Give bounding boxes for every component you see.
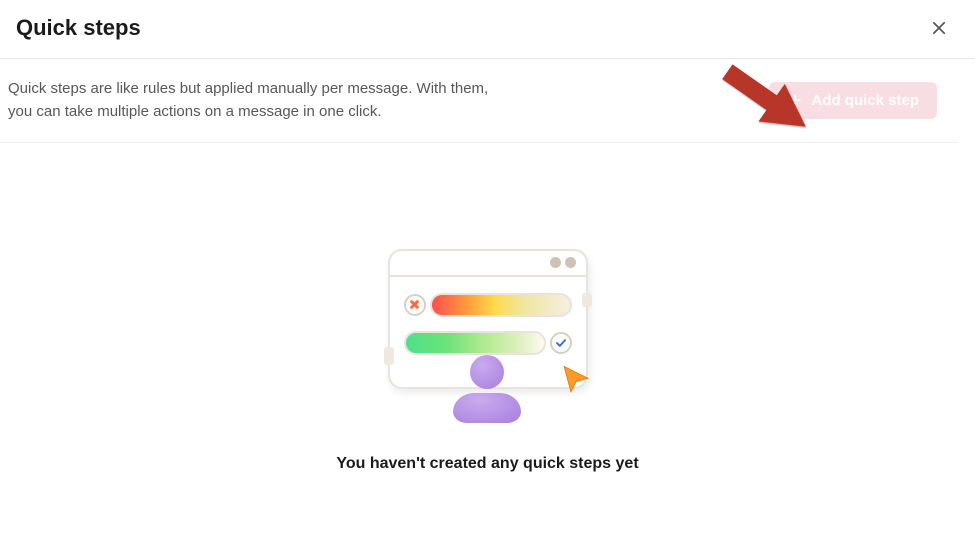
close-button[interactable] (923, 12, 955, 44)
plus-icon (787, 92, 803, 108)
illustration-slider-row (404, 331, 572, 355)
empty-state: You haven't created any quick steps yet (0, 243, 975, 473)
add-quick-step-button[interactable]: Add quick step (769, 82, 937, 119)
notch-icon (384, 347, 394, 365)
dialog-header: Quick steps (0, 0, 975, 59)
gradient-bar-icon (430, 293, 572, 317)
illustration-slider-row (404, 293, 572, 317)
window-dot-icon (565, 257, 576, 268)
description-line-1: Quick steps are like rules but applied m… (8, 77, 488, 100)
close-icon (930, 19, 948, 37)
description-row: Quick steps are like rules but applied m… (0, 59, 957, 143)
page-title: Quick steps (16, 15, 141, 41)
check-badge-icon (550, 332, 572, 354)
cursor-icon (559, 363, 593, 402)
empty-illustration (383, 243, 593, 433)
add-button-label: Add quick step (811, 92, 919, 109)
notch-icon (582, 293, 592, 307)
illustration-window-header (390, 251, 586, 277)
description-text: Quick steps are like rules but applied m… (8, 77, 488, 124)
empty-state-message: You haven't created any quick steps yet (336, 455, 638, 473)
description-line-2: you can take multiple actions on a messa… (8, 100, 488, 123)
x-badge-icon (404, 294, 426, 316)
gradient-bar-icon (404, 331, 546, 355)
window-dot-icon (550, 257, 561, 268)
person-icon (453, 355, 521, 423)
